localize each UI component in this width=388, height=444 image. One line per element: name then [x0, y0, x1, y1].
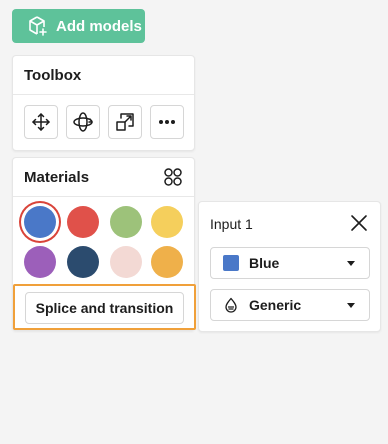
- color-select-value: Blue: [249, 255, 280, 271]
- material-swatch[interactable]: [67, 206, 99, 238]
- material-swatch[interactable]: [67, 246, 99, 278]
- rotate-icon: [73, 112, 93, 132]
- material-swatch[interactable]: [151, 206, 183, 238]
- material-swatch[interactable]: [151, 246, 183, 278]
- toolbox-divider: [13, 94, 194, 95]
- material-type-select[interactable]: Generic: [210, 289, 370, 321]
- color-chip: [223, 255, 239, 271]
- toolbox-title: Toolbox: [24, 67, 82, 84]
- cube-plus-icon: [26, 15, 48, 37]
- add-models-button[interactable]: Add models: [12, 9, 145, 43]
- material-swatch[interactable]: [110, 206, 142, 238]
- materials-panel: Materials Splice and transition: [12, 157, 196, 331]
- chevron-down-icon: [347, 261, 355, 266]
- more-tools-button[interactable]: [150, 105, 184, 139]
- splice-and-transition-button[interactable]: Splice and transition: [25, 292, 184, 324]
- grid-view-icon[interactable]: [163, 167, 183, 187]
- chevron-down-icon: [347, 303, 355, 308]
- add-models-label: Add models: [56, 17, 142, 35]
- scale-tool-button[interactable]: [108, 105, 142, 139]
- material-swatch[interactable]: [24, 206, 56, 238]
- material-swatch[interactable]: [110, 246, 142, 278]
- move-tool-button[interactable]: [24, 105, 58, 139]
- input-title: Input 1: [210, 216, 253, 232]
- droplet-icon: [223, 297, 239, 313]
- rotate-tool-button[interactable]: [66, 105, 100, 139]
- materials-divider: [13, 196, 194, 197]
- close-icon[interactable]: [350, 214, 368, 232]
- materials-title: Materials: [24, 169, 90, 186]
- material-swatch[interactable]: [24, 246, 56, 278]
- input-popover: Input 1 Blue Generic: [198, 201, 381, 332]
- more-icon: [159, 120, 175, 124]
- move-icon: [32, 113, 50, 131]
- splice-highlight: Splice and transition: [13, 284, 196, 330]
- color-select[interactable]: Blue: [210, 247, 370, 279]
- toolbox-panel: Toolbox: [12, 55, 195, 151]
- scale-icon: [116, 113, 134, 131]
- material-type-value: Generic: [249, 297, 302, 313]
